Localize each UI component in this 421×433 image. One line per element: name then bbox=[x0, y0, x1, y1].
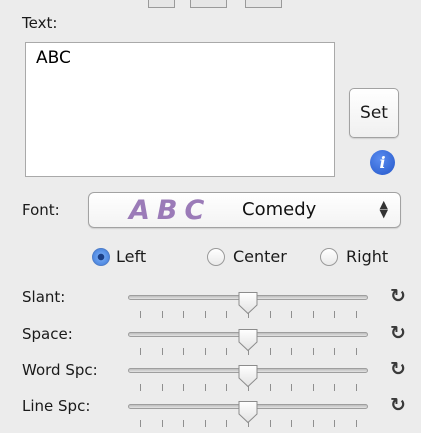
radio-left-label[interactable]: Left bbox=[116, 247, 146, 266]
text-label: Text: bbox=[22, 14, 58, 32]
slider-tick bbox=[312, 311, 314, 318]
slider-tick bbox=[269, 384, 271, 391]
slider-tick bbox=[312, 384, 314, 391]
space-label: Space: bbox=[22, 325, 73, 343]
slider-tick bbox=[334, 311, 336, 318]
slider-tick bbox=[161, 311, 163, 318]
tab-stub bbox=[190, 0, 227, 8]
slider-tick bbox=[140, 384, 141, 391]
slider-tick bbox=[204, 420, 206, 427]
radio-left[interactable] bbox=[92, 248, 110, 266]
slider-tick bbox=[226, 348, 228, 355]
reset-icon[interactable]: ↻ bbox=[390, 394, 406, 416]
slider-tick bbox=[291, 311, 293, 318]
slider-tick bbox=[356, 420, 357, 427]
tab-stub bbox=[245, 0, 282, 8]
font-label: Font: bbox=[22, 201, 60, 219]
slider-tick bbox=[291, 384, 293, 391]
info-icon[interactable]: i bbox=[370, 150, 395, 175]
slider-tick bbox=[226, 384, 228, 391]
slider-tick bbox=[161, 420, 163, 427]
slider-tick bbox=[204, 348, 206, 355]
radio-right[interactable] bbox=[320, 248, 338, 266]
slider-tick bbox=[356, 348, 357, 355]
reset-icon[interactable]: ↻ bbox=[390, 322, 406, 344]
slider-tick bbox=[312, 348, 314, 355]
slider-thumb[interactable] bbox=[237, 291, 259, 315]
slider-thumb[interactable] bbox=[237, 400, 259, 424]
set-button[interactable]: Set bbox=[349, 88, 399, 138]
radio-right-label[interactable]: Right bbox=[346, 247, 388, 266]
slider-tick bbox=[183, 420, 185, 427]
line-spacing-label: Line Spc: bbox=[22, 397, 91, 415]
slider-tick bbox=[269, 348, 271, 355]
up-down-arrows-icon: ▲ ▼ bbox=[379, 198, 388, 220]
slider-tick bbox=[183, 348, 185, 355]
slider-tick bbox=[204, 384, 206, 391]
slider-tick bbox=[161, 384, 163, 391]
slider-tick bbox=[334, 384, 336, 391]
slider-tick bbox=[356, 384, 357, 391]
slider-thumb[interactable] bbox=[237, 328, 259, 352]
slider-tick bbox=[291, 348, 293, 355]
slider-tick bbox=[334, 420, 336, 427]
slider-tick bbox=[140, 420, 141, 427]
text-input[interactable]: ABC bbox=[25, 42, 335, 177]
slider-tick bbox=[226, 311, 228, 318]
slider-tick bbox=[269, 420, 271, 427]
slider-tick bbox=[140, 348, 141, 355]
slider-tick bbox=[226, 420, 228, 427]
font-name: Comedy bbox=[242, 199, 317, 220]
slider-tick bbox=[269, 311, 271, 318]
tab-stub bbox=[148, 0, 175, 8]
reset-icon[interactable]: ↻ bbox=[390, 358, 406, 380]
slant-label: Slant: bbox=[22, 288, 66, 306]
slider-thumb[interactable] bbox=[237, 364, 259, 388]
word-spacing-label: Word Spc: bbox=[22, 361, 98, 379]
reset-icon[interactable]: ↻ bbox=[390, 285, 406, 307]
slider-tick bbox=[334, 348, 336, 355]
slider-tick bbox=[204, 311, 206, 318]
slider-tick bbox=[161, 348, 163, 355]
radio-center-label[interactable]: Center bbox=[233, 247, 287, 266]
slider-tick bbox=[291, 420, 293, 427]
font-preview: ABC bbox=[129, 195, 212, 226]
slider-tick bbox=[356, 311, 357, 318]
radio-center[interactable] bbox=[207, 248, 225, 266]
slider-tick bbox=[140, 311, 141, 318]
font-popup[interactable]: ABC Comedy ▲ ▼ bbox=[88, 192, 401, 228]
slider-tick bbox=[312, 420, 314, 427]
slider-tick bbox=[183, 311, 185, 318]
slider-tick bbox=[183, 384, 185, 391]
